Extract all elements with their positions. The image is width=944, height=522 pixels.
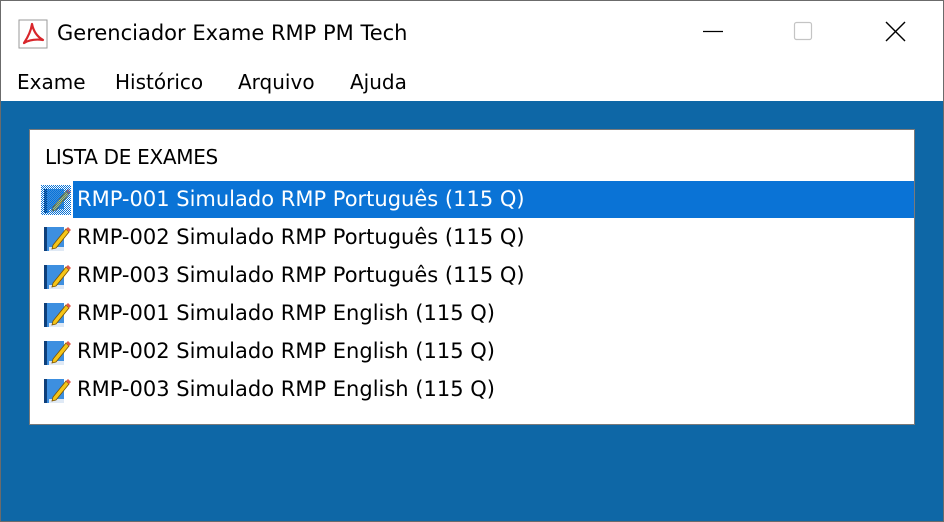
maximize-button[interactable] <box>771 1 833 63</box>
exam-list-item[interactable]: RMP-002 Simulado RMP Português (115 Q) <box>40 219 914 257</box>
exam-list-item[interactable]: RMP-001 Simulado RMP English (115 Q) <box>40 295 914 333</box>
window-title: Gerenciador Exame RMP PM Tech <box>57 21 408 45</box>
menu-arquivo[interactable]: Arquivo <box>238 70 315 94</box>
minimize-button[interactable] <box>683 1 745 63</box>
book-pencil-icon <box>41 337 71 367</box>
menu-ajuda[interactable]: Ajuda <box>350 70 407 94</box>
maximize-icon <box>793 21 813 41</box>
minimize-icon <box>703 30 723 33</box>
exam-list-title: LISTA DE EXAMES <box>45 145 218 169</box>
title-bar[interactable]: Gerenciador Exame RMP PM Tech <box>1 1 943 63</box>
exam-list-item[interactable]: RMP-003 Simulado RMP Português (115 Q) <box>40 257 914 295</box>
exam-list-item-label: RMP-002 Simulado RMP Português (115 Q) <box>77 225 525 249</box>
menu-bar: Exame Histórico Arquivo Ajuda <box>1 63 943 101</box>
exam-list-item-label: RMP-003 Simulado RMP English (115 Q) <box>77 377 495 401</box>
menu-historico[interactable]: Histórico <box>115 70 203 94</box>
exam-list-item[interactable]: RMP-002 Simulado RMP English (115 Q) <box>40 333 914 371</box>
exam-list-item[interactable]: RMP-001 Simulado RMP Português (115 Q) <box>40 181 914 219</box>
exam-list-item-label: RMP-001 Simulado RMP Português (115 Q) <box>77 187 525 211</box>
exam-list-item[interactable]: RMP-003 Simulado RMP English (115 Q) <box>40 371 914 409</box>
close-button[interactable] <box>865 1 927 63</box>
exam-list-panel: LISTA DE EXAMES RMP-001 Simulado RMP Por… <box>29 129 915 425</box>
book-pencil-icon <box>41 261 71 291</box>
book-pencil-icon <box>41 185 71 215</box>
exam-list-item-label: RMP-001 Simulado RMP English (115 Q) <box>77 301 495 325</box>
acrobat-icon <box>18 19 48 49</box>
close-icon <box>885 21 906 42</box>
main-content: LISTA DE EXAMES RMP-001 Simulado RMP Por… <box>1 101 943 521</box>
menu-exame[interactable]: Exame <box>17 70 86 94</box>
book-pencil-icon <box>41 299 71 329</box>
book-pencil-icon <box>41 375 71 405</box>
app-window: Gerenciador Exame RMP PM Tech Exame Hist… <box>0 0 944 522</box>
exam-list-item-label: RMP-002 Simulado RMP English (115 Q) <box>77 339 495 363</box>
exam-list-item-label: RMP-003 Simulado RMP Português (115 Q) <box>77 263 525 287</box>
book-pencil-icon <box>41 223 71 253</box>
